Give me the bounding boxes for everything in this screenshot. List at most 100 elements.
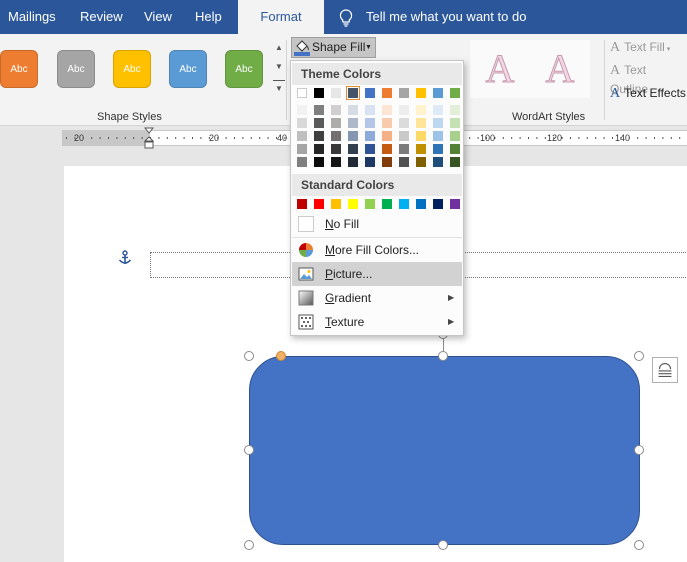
theme-color-cell[interactable]: [416, 88, 426, 98]
theme-tint-cell[interactable]: [450, 105, 460, 115]
text-fill-button[interactable]: A Text Fill ▾: [610, 38, 670, 56]
theme-tint-cell[interactable]: [297, 144, 307, 154]
theme-color-cell[interactable]: [433, 88, 443, 98]
adjust-handle[interactable]: [276, 351, 286, 361]
theme-tint-cell[interactable]: [382, 118, 392, 128]
standard-color-cell[interactable]: [450, 199, 460, 209]
theme-tint-cell[interactable]: [450, 157, 460, 167]
theme-tint-cell[interactable]: [433, 131, 443, 141]
wordart-style-1[interactable]: A: [470, 40, 530, 98]
theme-tint-cell[interactable]: [433, 144, 443, 154]
shape-style-gold[interactable]: Abc: [113, 50, 151, 88]
more-fill-colors-item[interactable]: More Fill Colors...: [292, 238, 462, 262]
theme-tint-cell[interactable]: [331, 105, 341, 115]
standard-color-cell[interactable]: [416, 199, 426, 209]
theme-tint-cell[interactable]: [331, 118, 341, 128]
theme-tint-cell[interactable]: [450, 118, 460, 128]
tab-view[interactable]: View: [136, 0, 180, 34]
theme-color-cell[interactable]: [297, 88, 307, 98]
theme-color-cell[interactable]: [399, 88, 409, 98]
theme-color-cell[interactable]: [382, 88, 392, 98]
gallery-more-icon[interactable]: ▼: [273, 80, 285, 94]
rounded-rectangle-shape[interactable]: [249, 356, 640, 545]
no-fill-item[interactable]: No Fill: [292, 212, 462, 236]
shape-style-gray[interactable]: Abc: [57, 50, 95, 88]
theme-tint-cell[interactable]: [314, 105, 324, 115]
theme-tint-cell[interactable]: [365, 157, 375, 167]
indent-marker-icon[interactable]: [144, 127, 154, 149]
theme-color-cell[interactable]: [450, 88, 460, 98]
texture-item[interactable]: Texture ▶: [292, 310, 462, 334]
theme-tint-cell[interactable]: [331, 131, 341, 141]
theme-color-cell[interactable]: [365, 88, 375, 98]
shape-style-blue[interactable]: Abc: [169, 50, 207, 88]
theme-tint-cell[interactable]: [433, 118, 443, 128]
standard-color-cell[interactable]: [433, 199, 443, 209]
resize-handle-top[interactable]: [438, 351, 448, 361]
theme-tint-cell[interactable]: [382, 131, 392, 141]
layout-options-button[interactable]: [652, 357, 678, 383]
standard-color-cell[interactable]: [399, 199, 409, 209]
theme-tint-cell[interactable]: [416, 131, 426, 141]
theme-tint-cell[interactable]: [416, 118, 426, 128]
text-effects-button[interactable]: A Text Effects: [610, 84, 686, 102]
theme-tint-cell[interactable]: [399, 144, 409, 154]
theme-tint-cell[interactable]: [314, 157, 324, 167]
theme-tint-cell[interactable]: [433, 157, 443, 167]
anchor-icon[interactable]: [118, 250, 132, 266]
theme-tint-cell[interactable]: [433, 105, 443, 115]
theme-tint-cell[interactable]: [382, 157, 392, 167]
theme-tint-cell[interactable]: [331, 157, 341, 167]
theme-tint-cell[interactable]: [365, 144, 375, 154]
gallery-scroll-down-icon[interactable]: ▼: [273, 59, 285, 75]
theme-color-cell[interactable]: [346, 86, 360, 100]
theme-tint-cell[interactable]: [297, 131, 307, 141]
resize-handle-bottom[interactable]: [438, 540, 448, 550]
theme-tint-cell[interactable]: [450, 131, 460, 141]
resize-handle-top-left[interactable]: [244, 351, 254, 361]
theme-tint-cell[interactable]: [297, 157, 307, 167]
tab-format[interactable]: Format: [238, 0, 324, 34]
theme-tint-cell[interactable]: [348, 131, 358, 141]
theme-tint-cell[interactable]: [348, 157, 358, 167]
gradient-item[interactable]: Gradient ▶: [292, 286, 462, 310]
theme-color-cell[interactable]: [331, 88, 341, 98]
theme-tint-cell[interactable]: [399, 157, 409, 167]
tab-help[interactable]: Help: [187, 0, 230, 34]
theme-tint-cell[interactable]: [348, 118, 358, 128]
theme-tint-cell[interactable]: [382, 105, 392, 115]
shape-fill-button[interactable]: Shape Fill ▼: [291, 37, 376, 58]
standard-color-cell[interactable]: [297, 199, 307, 209]
theme-tint-cell[interactable]: [365, 105, 375, 115]
theme-tint-cell[interactable]: [450, 144, 460, 154]
tell-me-search[interactable]: Tell me what you want to do: [366, 0, 526, 34]
resize-handle-right[interactable]: [634, 445, 644, 455]
theme-tint-cell[interactable]: [348, 105, 358, 115]
standard-color-cell[interactable]: [348, 199, 358, 209]
standard-color-cell[interactable]: [314, 199, 324, 209]
theme-tint-cell[interactable]: [314, 118, 324, 128]
theme-color-cell[interactable]: [314, 88, 324, 98]
standard-color-cell[interactable]: [382, 199, 392, 209]
resize-handle-top-right[interactable]: [634, 351, 644, 361]
theme-tint-cell[interactable]: [314, 144, 324, 154]
wordart-style-2[interactable]: A: [530, 40, 590, 98]
standard-color-cell[interactable]: [365, 199, 375, 209]
standard-color-cell[interactable]: [331, 199, 341, 209]
gallery-scroll-up-icon[interactable]: ▲: [273, 40, 285, 56]
theme-tint-cell[interactable]: [416, 105, 426, 115]
theme-tint-cell[interactable]: [399, 118, 409, 128]
resize-handle-bottom-left[interactable]: [244, 540, 254, 550]
theme-tint-cell[interactable]: [365, 118, 375, 128]
theme-tint-cell[interactable]: [416, 144, 426, 154]
theme-tint-cell[interactable]: [399, 105, 409, 115]
theme-tint-cell[interactable]: [297, 118, 307, 128]
theme-tint-cell[interactable]: [399, 131, 409, 141]
theme-tint-cell[interactable]: [348, 144, 358, 154]
tab-review[interactable]: Review: [72, 0, 131, 34]
theme-tint-cell[interactable]: [365, 131, 375, 141]
lightbulb-icon[interactable]: [338, 9, 354, 27]
theme-tint-cell[interactable]: [314, 131, 324, 141]
tab-mailings[interactable]: Mailings: [0, 0, 64, 34]
picture-item[interactable]: Picture...: [292, 262, 462, 286]
